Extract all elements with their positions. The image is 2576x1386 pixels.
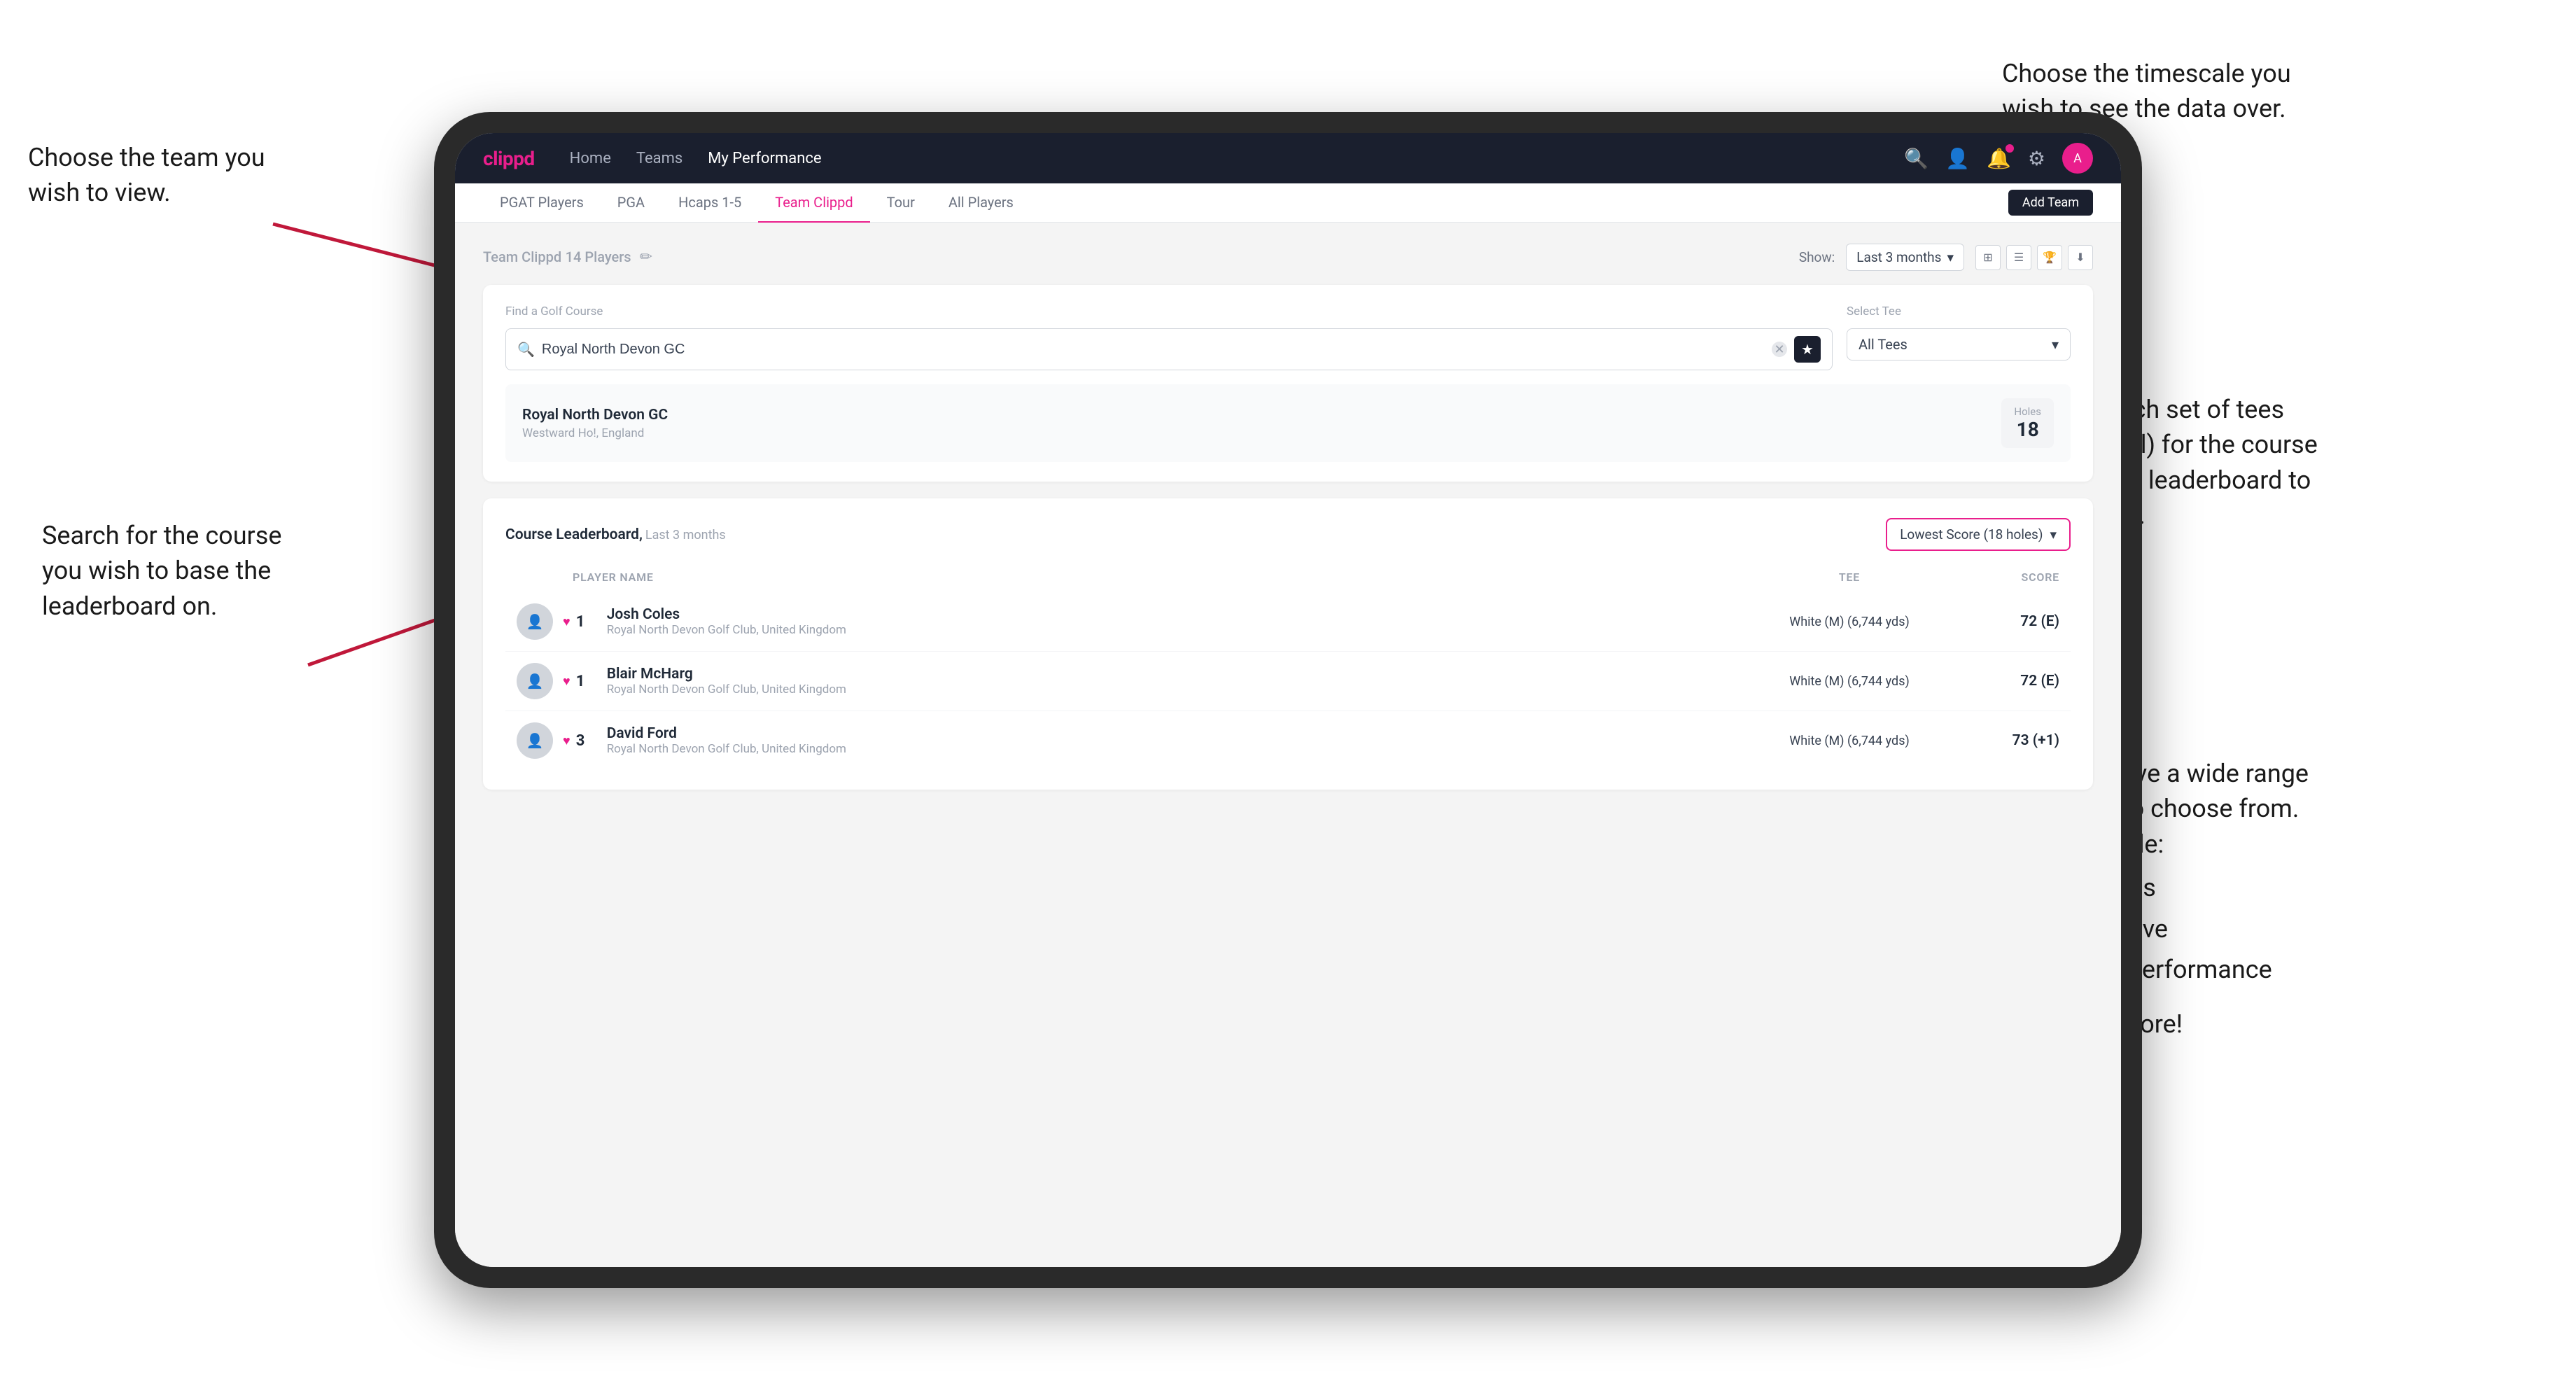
player-rank: 1 (576, 613, 596, 631)
tab-hcaps[interactable]: Hcaps 1-5 (662, 183, 758, 223)
trophy-icon-button[interactable]: 🏆 (2037, 245, 2062, 270)
player-score: 72 (E) (1954, 673, 2059, 690)
nav-teams[interactable]: Teams (636, 150, 682, 167)
table-row: 👤 ♥ 3 David Ford Royal North Devon Golf … (505, 711, 2071, 770)
holes-number: 18 (2014, 418, 2041, 441)
course-search-input[interactable] (542, 342, 1765, 358)
find-course-card: Find a Golf Course 🔍 ✕ ★ Select Tee All … (483, 285, 2093, 482)
show-label: Show: (1799, 249, 1835, 265)
view-icons: ⊞ ☰ 🏆 ⬇ (1975, 245, 2093, 270)
add-team-button[interactable]: Add Team (2008, 190, 2093, 216)
avatar: 👤 (517, 603, 553, 640)
player-club: Royal North Devon Golf Club, United King… (607, 682, 1744, 696)
leaderboard-header: Course Leaderboard, Last 3 months Lowest… (505, 518, 2071, 551)
timeframe-dropdown[interactable]: Last 3 months ▾ (1846, 244, 1964, 271)
player-info: Blair McHarg Royal North Devon Golf Club… (607, 666, 1744, 696)
settings-icon[interactable]: ⚙ (2028, 147, 2045, 170)
find-course-label: Find a Golf Course (505, 304, 1833, 318)
holes-badge: Holes 18 (2001, 398, 2054, 448)
clear-icon[interactable]: ✕ (1772, 342, 1787, 357)
player-tee: White (M) (6,744 yds) (1744, 615, 1954, 629)
nav-home[interactable]: Home (570, 150, 611, 167)
table-header-row: PLAYER NAME TEE SCORE (505, 565, 2071, 589)
score-type-dropdown[interactable]: Lowest Score (18 holes) ▾ (1886, 518, 2071, 551)
chevron-down-icon: ▾ (1947, 249, 1954, 265)
nav-icons: 🔍 👤 🔔 ⚙ A (1904, 143, 2093, 174)
player-club: Royal North Devon Golf Club, United King… (607, 742, 1744, 756)
course-result: Royal North Devon GC Westward Ho!, Engla… (505, 384, 2071, 462)
course-result-info: Royal North Devon GC Westward Ho!, Engla… (522, 407, 668, 440)
leaderboard-title-wrap: Course Leaderboard, Last 3 months (505, 526, 726, 543)
person-icon[interactable]: 👤 (1945, 147, 1970, 170)
player-name: Josh Coles (607, 606, 1744, 623)
player-club: Royal North Devon Golf Club, United King… (607, 623, 1744, 637)
col-player-header: PLAYER NAME (573, 570, 1744, 584)
download-button[interactable]: ⬇ (2068, 245, 2093, 270)
score-type-value: Lowest Score (18 holes) (1900, 526, 2043, 542)
annotation-team-choice: Choose the team you wish to view. (28, 140, 265, 211)
grid-view-button[interactable]: ⊞ (1975, 245, 2001, 270)
tee-dropdown[interactable]: All Tees ▾ (1847, 328, 2071, 360)
main-content: Team Clippd 14 Players ✏ Show: Last 3 mo… (455, 223, 2121, 1267)
nav-my-performance[interactable]: My Performance (708, 150, 821, 167)
avatar: 👤 (517, 663, 553, 699)
sub-navbar: PGAT Players PGA Hcaps 1-5 Team Clippd T… (455, 183, 2121, 223)
tab-tour[interactable]: Tour (870, 183, 932, 223)
team-title: Team Clippd 14 Players (483, 248, 631, 266)
player-score: 73 (+1) (1954, 732, 2059, 749)
heart-icon: ♥ (563, 734, 570, 748)
tab-all-players[interactable]: All Players (932, 183, 1030, 223)
leaderboard-card: Course Leaderboard, Last 3 months Lowest… (483, 498, 2093, 790)
avatar: 👤 (517, 722, 553, 759)
chevron-down-icon: ▾ (2052, 336, 2059, 353)
tee-section: Select Tee All Tees ▾ (1847, 304, 2071, 360)
edit-icon[interactable]: ✏ (640, 248, 652, 266)
tab-pga[interactable]: PGA (601, 183, 662, 223)
notification-icon[interactable]: 🔔 (1987, 147, 2011, 170)
table-row: 👤 ♥ 1 Josh Coles Royal North Devon Golf … (505, 592, 2071, 652)
ipad-frame: clippd Home Teams My Performance 🔍 👤 🔔 ⚙… (434, 112, 2142, 1288)
player-name: David Ford (607, 725, 1744, 742)
player-rank: 1 (576, 673, 596, 690)
course-search-row: Find a Golf Course 🔍 ✕ ★ Select Tee All … (505, 304, 2071, 370)
tab-pgat-players[interactable]: PGAT Players (483, 183, 601, 223)
tee-value: All Tees (1858, 336, 1907, 353)
heart-icon: ♥ (563, 615, 570, 629)
player-info: David Ford Royal North Devon Golf Club, … (607, 725, 1744, 756)
timeframe-value: Last 3 months (1856, 249, 1941, 265)
team-header-row: Team Clippd 14 Players ✏ Show: Last 3 mo… (483, 244, 2093, 271)
show-controls: Show: Last 3 months ▾ ⊞ ☰ 🏆 ⬇ (1799, 244, 2093, 271)
col-score-header: SCORE (1954, 570, 2059, 584)
player-tee: White (M) (6,744 yds) (1744, 734, 1954, 748)
user-avatar[interactable]: A (2062, 143, 2093, 174)
holes-label: Holes (2014, 405, 2041, 418)
col-tee-header: TEE (1744, 570, 1954, 584)
player-info: Josh Coles Royal North Devon Golf Club, … (607, 606, 1744, 637)
course-search-section: Find a Golf Course 🔍 ✕ ★ (505, 304, 1833, 370)
chevron-down-icon: ▾ (2050, 526, 2057, 542)
search-icon: 🔍 (517, 341, 535, 358)
tab-team-clippd[interactable]: Team Clippd (758, 183, 869, 223)
app-navbar: clippd Home Teams My Performance 🔍 👤 🔔 ⚙… (455, 133, 2121, 183)
leaderboard-subtitle: Last 3 months (645, 528, 726, 542)
heart-icon: ♥ (563, 674, 570, 689)
player-score: 72 (E) (1954, 613, 2059, 630)
annotation-search: Search for the course you wish to base t… (42, 518, 281, 624)
player-name: Blair McHarg (607, 666, 1744, 682)
search-icon[interactable]: 🔍 (1904, 147, 1928, 170)
course-result-name: Royal North Devon GC (522, 407, 668, 424)
list-view-button[interactable]: ☰ (2006, 245, 2031, 270)
app-logo: clippd (483, 147, 535, 170)
ipad-screen: clippd Home Teams My Performance 🔍 👤 🔔 ⚙… (455, 133, 2121, 1267)
star-icon[interactable]: ★ (1794, 336, 1821, 363)
tee-select-label: Select Tee (1847, 304, 2071, 318)
table-row: 👤 ♥ 1 Blair McHarg Royal North Devon Gol… (505, 652, 2071, 711)
player-tee: White (M) (6,744 yds) (1744, 674, 1954, 689)
nav-links: Home Teams My Performance (570, 150, 822, 167)
leaderboard-title: Course Leaderboard, (505, 526, 643, 543)
player-rank: 3 (576, 732, 596, 750)
search-input-wrap: 🔍 ✕ ★ (505, 328, 1833, 370)
course-result-location: Westward Ho!, England (522, 426, 668, 440)
